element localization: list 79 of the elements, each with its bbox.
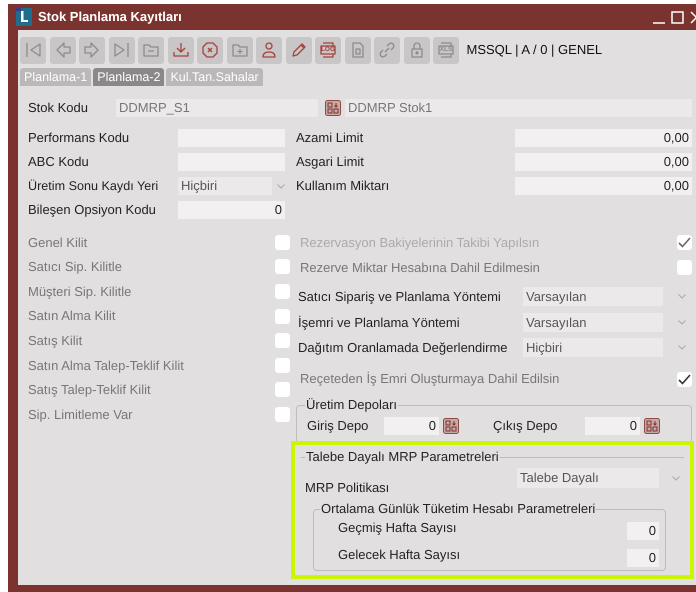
checkbox-label: Müşteri Sip. Kilitle xyxy=(28,282,132,301)
tab[interactable]: Planlama-2 xyxy=(93,68,164,86)
checkbox-label: Satış Talep-Teklif Kilit xyxy=(28,381,152,400)
checkbox[interactable] xyxy=(677,260,692,275)
checkbox[interactable] xyxy=(275,284,290,299)
input-field[interactable]: 0,00 xyxy=(515,177,692,195)
checkbox-label: Satın Alma Kilit xyxy=(28,307,116,326)
toolbar-button[interactable] xyxy=(138,36,164,64)
field-label: Üretim Sonu Kaydı Yeri xyxy=(28,178,160,195)
checkbox[interactable] xyxy=(275,259,290,274)
field-label: Azami Limit xyxy=(296,129,364,148)
toolbar-button[interactable] xyxy=(197,36,223,64)
lookup-icon[interactable] xyxy=(325,100,341,116)
toolbar-button[interactable] xyxy=(286,36,312,64)
checkbox-label: Rezerve Miktar Hesabına Dahil Edilmesin xyxy=(300,258,541,277)
app-logo-icon xyxy=(16,8,32,26)
checkbox[interactable] xyxy=(275,382,290,398)
checkbox[interactable] xyxy=(275,333,290,348)
cancel-icon xyxy=(200,40,220,60)
field-label: Stok Kodu xyxy=(28,99,89,118)
toolbar-button[interactable] xyxy=(226,36,252,64)
checkbox-label: Satış Kilit xyxy=(28,332,84,350)
field-label: Asgari Limit xyxy=(296,153,365,172)
lookup-icon[interactable] xyxy=(644,418,660,434)
excel-export-icon xyxy=(436,40,456,60)
stock-code-field[interactable]: DDMRP_S1 xyxy=(116,99,318,117)
field-label: MRP Politikası xyxy=(305,478,390,496)
checkbox[interactable] xyxy=(677,372,692,386)
chevron-down-icon xyxy=(672,476,680,481)
chevron-down-icon xyxy=(678,294,686,300)
toolbar-button[interactable] xyxy=(20,36,46,64)
toolbar-button[interactable] xyxy=(256,36,282,64)
lookup-icon[interactable] xyxy=(443,418,459,434)
group-title: Talebe Dayalı MRP Parametreleri xyxy=(305,448,500,464)
checkbox-label: Reçeteden İş Emri Oluşturmaya Dahil Edilsin xyxy=(300,370,560,388)
checkbox-label: Satın Alma Talep-Teklif Kilit xyxy=(28,356,185,375)
toolbar-button[interactable] xyxy=(79,36,105,64)
checkbox-label: Sip. Limitleme Var xyxy=(28,406,134,424)
chevron-down-icon xyxy=(678,320,686,325)
checkbox-label: Genel Kilit xyxy=(28,234,88,252)
connection-info: MSSQL | A / 0 | GENEL xyxy=(466,41,602,60)
input-field[interactable]: 0 xyxy=(627,549,659,567)
group-title: Üretim Depoları xyxy=(305,396,398,412)
window-title: Stok Planlama Kayıtları xyxy=(38,8,182,26)
field-label: Giriş Depo xyxy=(307,417,370,436)
log-file-icon xyxy=(318,40,338,60)
chevron-down-icon xyxy=(678,345,686,350)
checkbox[interactable] xyxy=(275,308,290,324)
link-icon xyxy=(377,40,397,60)
input-field[interactable]: 0 xyxy=(178,201,285,219)
field-label: İşemri ve Planlama Yöntemi xyxy=(298,314,461,332)
input-field[interactable]: 0 xyxy=(627,522,659,540)
maximize-icon[interactable] xyxy=(671,10,684,24)
field-label: Geçmiş Hafta Sayısı xyxy=(338,519,458,537)
toolbar-button[interactable] xyxy=(50,36,76,64)
field-label: Performans Kodu xyxy=(28,129,130,148)
field-label: Dağıtım Oranlamada Değerlendirme xyxy=(298,339,509,357)
field-label: Bileşen Opsiyon Kodu xyxy=(28,201,157,220)
stock-name-field[interactable]: DDMRP Stok1 xyxy=(345,99,692,117)
toolbar-button[interactable] xyxy=(108,36,134,64)
field-label: Satıcı Sipariş ve Planlama Yöntemi xyxy=(298,288,502,306)
field-label: Kullanım Miktarı xyxy=(296,177,390,196)
last-record-icon xyxy=(112,40,132,60)
checkbox[interactable] xyxy=(275,234,290,250)
input-field[interactable]: 0 xyxy=(585,417,640,435)
field-label: ABC Kodu xyxy=(28,153,90,172)
input-field[interactable]: 0,00 xyxy=(515,129,692,147)
toolbar-button[interactable] xyxy=(344,36,370,64)
field-label: Gelecek Hafta Sayısı xyxy=(338,546,462,564)
field-label: Çıkış Depo xyxy=(493,417,558,436)
toolbar-button[interactable] xyxy=(168,36,194,64)
chevron-down-icon xyxy=(277,184,285,188)
checkbox[interactable] xyxy=(275,406,290,422)
checkbox-label: Satıcı Sip. Kilitle xyxy=(28,258,123,276)
toolbar-button[interactable] xyxy=(374,36,400,64)
checkbox[interactable] xyxy=(275,358,290,373)
input-field[interactable]: 0,00 xyxy=(515,153,692,171)
toolbar-button[interactable] xyxy=(404,36,430,64)
input-field[interactable]: 0 xyxy=(384,417,439,435)
